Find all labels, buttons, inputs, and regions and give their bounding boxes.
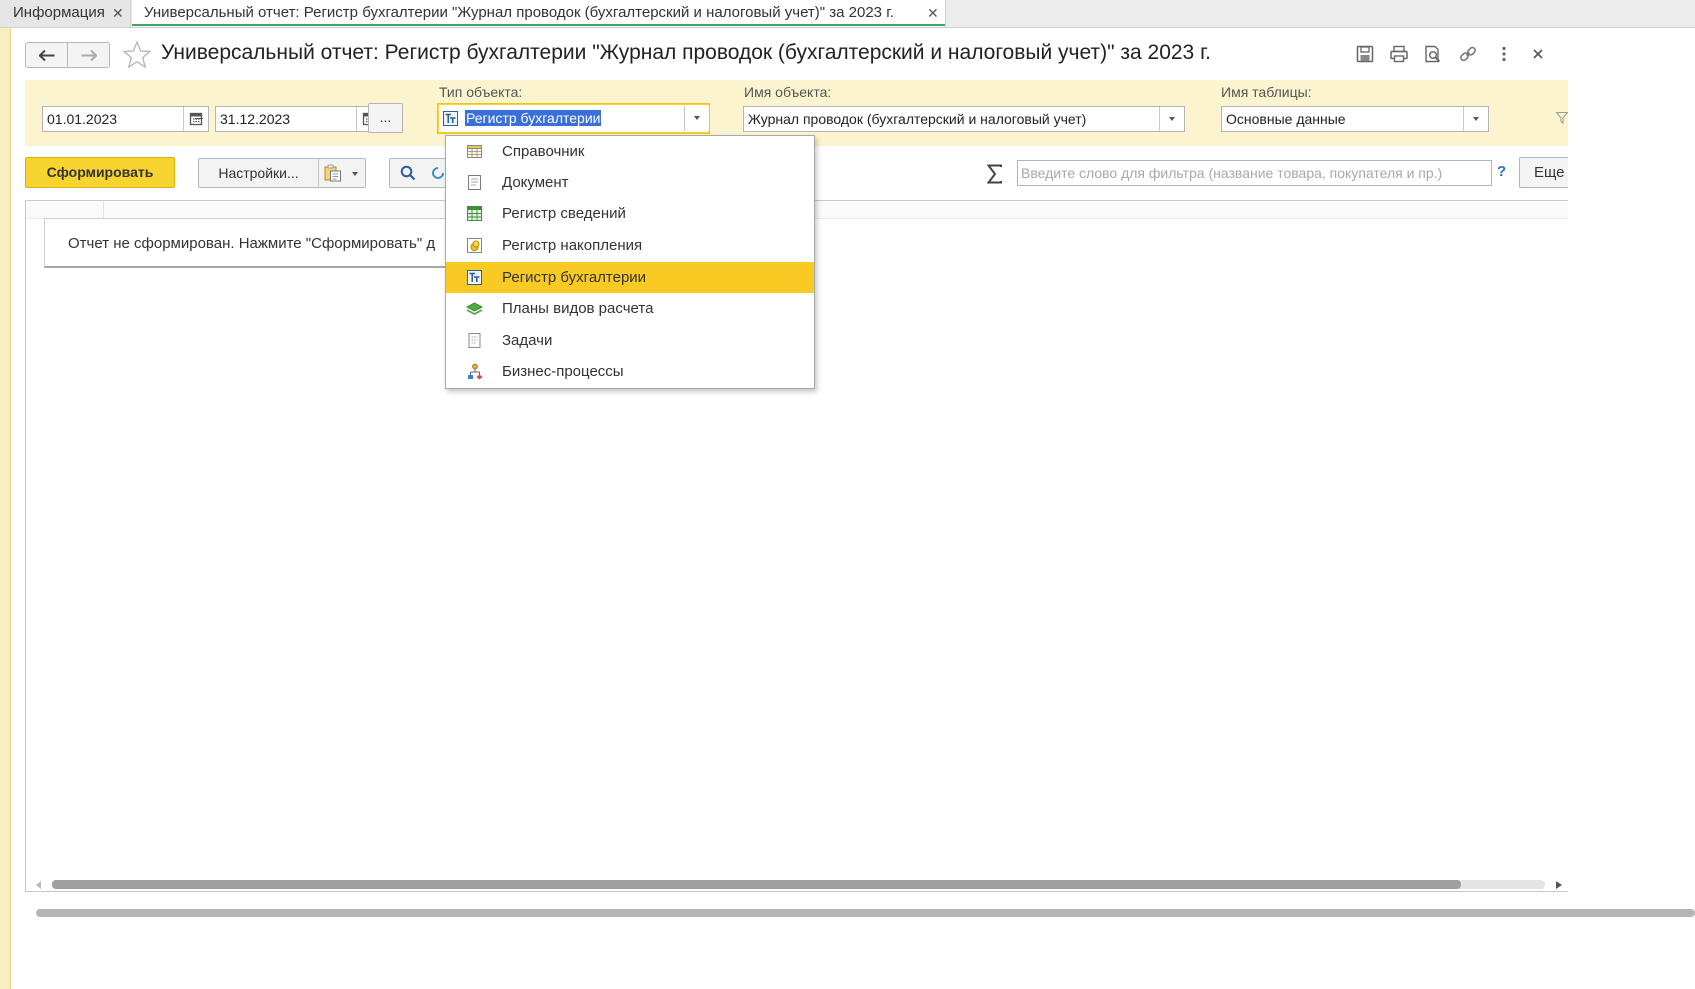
report-variants-icon [324, 164, 341, 182]
forward-button[interactable] [67, 42, 110, 68]
help-icon[interactable]: ? [1497, 163, 1506, 180]
report-not-generated-notice: Отчет не сформирован. Нажмите "Сформиров… [44, 218, 474, 268]
dropdown-item-info-register[interactable]: Регистр сведений [446, 198, 814, 229]
more-icon[interactable] [1494, 44, 1514, 64]
page-title: Универсальный отчет: Регистр бухгалтерии… [161, 41, 1211, 64]
table-name-select[interactable]: Основные данные [1221, 106, 1489, 132]
variants-button[interactable] [319, 159, 365, 187]
more-button[interactable]: Еще [1519, 157, 1568, 188]
calculation-plans-icon [466, 302, 483, 316]
object-type-label: Тип объекта: [439, 84, 523, 100]
sum-icon[interactable] [987, 164, 1003, 184]
tasks-icon [468, 333, 481, 348]
accumulation-register-icon [467, 238, 482, 253]
dropdown-item-accumulation-register[interactable]: Регистр накопления [446, 230, 814, 261]
left-panel-strip [0, 28, 11, 989]
link-icon[interactable] [1458, 44, 1478, 64]
report-window: Универсальный отчет: Регистр бухгалтерии… [0, 0, 1568, 989]
report-grid-header-cell [26, 201, 104, 218]
page-horizontal-scrollbar[interactable] [36, 909, 1695, 917]
settings-button[interactable]: Настройки... [199, 159, 319, 187]
date-separator: – [195, 109, 203, 125]
chevron-down-icon [352, 172, 358, 176]
dropdown-item-tasks[interactable]: Задачи [446, 325, 814, 356]
object-type-select[interactable]: Регистр бухгалтерии [437, 103, 710, 134]
dropdown-button[interactable] [1463, 107, 1488, 131]
scroll-left-icon[interactable] [36, 881, 42, 889]
date-from-field[interactable]: 01.01.2023 [42, 106, 209, 132]
filter-icon[interactable] [1556, 112, 1568, 124]
dropdown-item-document[interactable]: Документ [446, 167, 814, 198]
notice-text: Отчет не сформирован. Нажмите "Сформиров… [68, 235, 436, 252]
horizontal-scrollbar-thumb[interactable] [52, 880, 1461, 889]
settings-button-group: Настройки... [198, 158, 366, 188]
favorite-star-icon[interactable] [122, 40, 152, 70]
catalog-icon [467, 145, 482, 158]
print-icon[interactable] [1389, 44, 1409, 64]
accounting-register-icon [443, 111, 458, 126]
dropdown-item-catalog[interactable]: Справочник [446, 136, 814, 167]
date-to-field[interactable]: 31.12.2023 [215, 106, 382, 132]
close-icon[interactable] [1528, 44, 1548, 64]
dropdown-item-business-processes[interactable]: Бизнес-процессы [446, 356, 814, 387]
object-type-dropdown-list: Справочник Документ Регистр сведений Рег… [445, 135, 815, 389]
dropdown-item-calculation-plans[interactable]: Планы видов расчета [446, 293, 814, 324]
arrow-right-icon [81, 50, 97, 61]
table-name-label: Имя таблицы: [1221, 84, 1312, 100]
accounting-register-icon [467, 270, 482, 285]
period-select-button[interactable]: ... [368, 103, 403, 133]
generate-button[interactable]: Сформировать [25, 157, 175, 188]
save-icon[interactable] [1355, 44, 1375, 64]
scroll-right-icon[interactable] [1556, 881, 1562, 889]
dropdown-button[interactable] [1159, 107, 1184, 131]
arrow-left-icon [39, 50, 55, 61]
preview-icon[interactable] [1423, 44, 1443, 64]
search-input[interactable] [1017, 160, 1492, 186]
object-name-select[interactable]: Журнал проводок (бухгалтерский и налогов… [743, 106, 1185, 132]
object-type-value: Регистр бухгалтерии [465, 110, 602, 126]
dropdown-item-accounting-register[interactable]: Регистр бухгалтерии [446, 262, 814, 293]
object-name-label: Имя объекта: [744, 84, 832, 100]
document-icon [468, 175, 481, 190]
dropdown-button[interactable] [684, 106, 709, 131]
business-process-icon [468, 363, 483, 380]
search-icon[interactable] [400, 165, 416, 181]
refresh-icon[interactable] [430, 165, 446, 181]
back-button[interactable] [25, 42, 68, 68]
info-register-icon [467, 206, 482, 221]
